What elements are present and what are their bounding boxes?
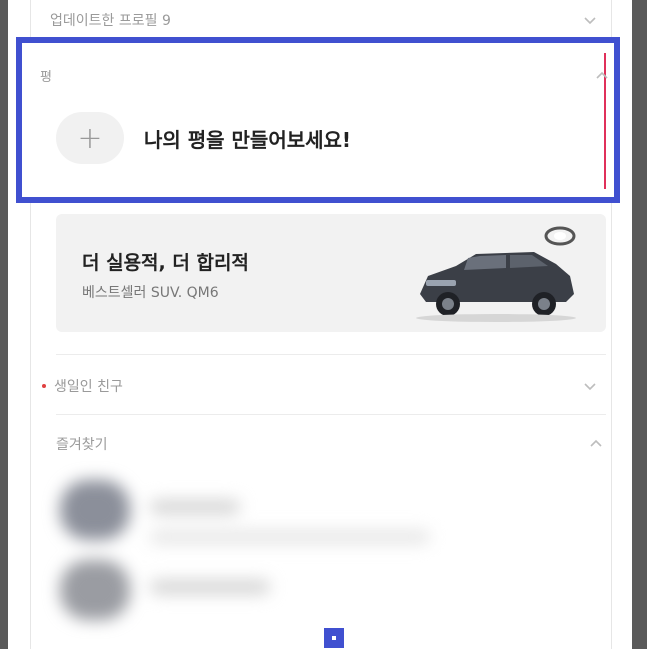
birthday-friends-label: 생일인 친구 bbox=[54, 379, 123, 395]
list-item[interactable] bbox=[150, 580, 270, 594]
divider bbox=[56, 414, 606, 415]
favorites-label: 즐겨찾기 bbox=[56, 437, 108, 453]
pyeong-section-header[interactable]: 평 bbox=[40, 66, 610, 85]
divider bbox=[56, 354, 606, 355]
favorites-list bbox=[40, 470, 600, 640]
new-badge-dot bbox=[42, 384, 46, 388]
chevron-up-icon bbox=[588, 436, 604, 452]
updated-profiles-row[interactable]: 업데이트한 프로필 9 bbox=[50, 10, 598, 30]
ad-title: 더 실용적, 더 합리적 bbox=[82, 252, 249, 274]
plus-icon: + bbox=[77, 120, 103, 156]
list-item[interactable] bbox=[150, 500, 240, 514]
list-item[interactable] bbox=[150, 530, 430, 544]
car-image bbox=[416, 252, 576, 322]
favorites-row[interactable]: 즐겨찾기 bbox=[56, 434, 604, 454]
birthday-friends-label-wrap: 생일인 친구 bbox=[42, 376, 123, 396]
chevron-down-icon bbox=[582, 378, 598, 394]
pyeong-label: 평 bbox=[40, 70, 52, 85]
cursor-marker bbox=[324, 628, 344, 648]
chevron-up-icon bbox=[594, 68, 610, 84]
avatar[interactable] bbox=[60, 560, 130, 620]
add-pyeong-text[interactable]: 나의 평을 만들어보세요! bbox=[144, 124, 351, 153]
chevron-down-icon bbox=[582, 12, 598, 28]
updated-profiles-label: 업데이트한 프로필 9 bbox=[50, 13, 171, 29]
birthday-friends-row[interactable]: 생일인 친구 bbox=[42, 376, 598, 396]
ad-subtitle: 베스트셀러 SUV. QM6 bbox=[82, 285, 219, 301]
ad-banner[interactable]: 더 실용적, 더 합리적 베스트셀러 SUV. QM6 bbox=[56, 214, 606, 332]
add-pyeong-button[interactable]: + bbox=[56, 112, 124, 164]
avatar[interactable] bbox=[60, 480, 130, 540]
